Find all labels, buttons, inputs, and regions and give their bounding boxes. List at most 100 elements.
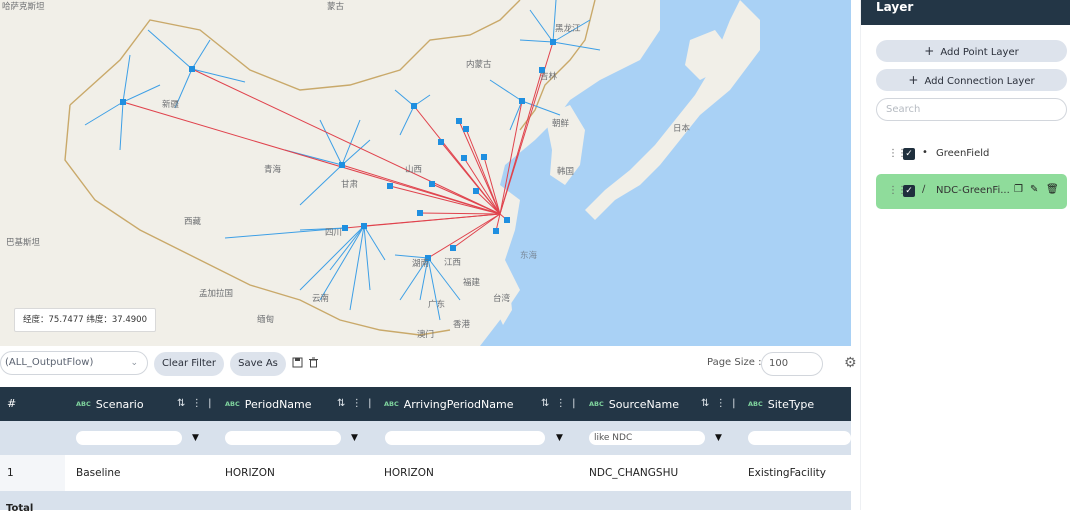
filter-icon[interactable]: ▼ bbox=[351, 433, 361, 443]
filter-icon[interactable]: ▼ bbox=[556, 433, 566, 443]
row-number: 1 bbox=[7, 467, 14, 479]
chevron-down-icon: ⌄ bbox=[130, 358, 138, 368]
more-icon[interactable]: ⋮ bbox=[192, 398, 202, 409]
table-row[interactable]: 1 Baseline HORIZON HORIZON NDC_CHANGSHU … bbox=[0, 455, 851, 491]
more-icon[interactable]: ⋮ bbox=[352, 398, 362, 409]
save-icon[interactable] bbox=[291, 357, 303, 369]
column-header-label: Scenario bbox=[95, 398, 144, 411]
column-resize-handle[interactable]: | bbox=[732, 398, 735, 409]
map-label: 哈萨克斯坦 bbox=[2, 2, 45, 12]
facility-marker[interactable] bbox=[461, 155, 467, 161]
sort-icon[interactable]: ⇅ bbox=[177, 398, 185, 409]
flow-line bbox=[191, 68, 501, 215]
map-label: 澳门 bbox=[417, 330, 435, 340]
clear-filter-button[interactable]: Clear Filter bbox=[154, 352, 224, 376]
column-tools[interactable]: ⇅ ⋮ | bbox=[541, 387, 575, 421]
dot-icon: • bbox=[922, 147, 928, 158]
trash-icon[interactable]: 🗑 bbox=[1046, 184, 1059, 195]
add-connection-layer-button[interactable]: + Add Connection Layer bbox=[876, 69, 1067, 91]
facility-marker[interactable] bbox=[438, 139, 444, 145]
map-label: 甘肃 bbox=[341, 180, 359, 190]
flow-line bbox=[419, 212, 501, 215]
map-label: 山西 bbox=[405, 165, 423, 175]
filter-icon[interactable]: ▼ bbox=[192, 433, 202, 443]
copy-icon[interactable]: ❐ bbox=[1014, 184, 1023, 195]
layer-visibility-checkbox[interactable]: ✓ bbox=[903, 148, 915, 160]
facility-marker[interactable] bbox=[463, 126, 469, 132]
facility-marker[interactable] bbox=[189, 66, 195, 72]
layer-search-input[interactable]: Search bbox=[876, 98, 1067, 121]
layer-item-greenfield[interactable]: ⋮⋮ ✓ • GreenField bbox=[876, 137, 1067, 172]
facility-marker[interactable] bbox=[411, 103, 417, 109]
column-header-periodname[interactable]: ABC PeriodName bbox=[225, 387, 312, 421]
column-resize-handle[interactable]: | bbox=[572, 398, 575, 409]
filter-input-arrivingperiodname[interactable] bbox=[385, 431, 545, 445]
column-header-arrivingperiodname[interactable]: ABC ArrivingPeriodName bbox=[384, 387, 513, 421]
facility-marker[interactable] bbox=[519, 98, 525, 104]
facility-marker[interactable] bbox=[473, 188, 479, 194]
filter-row: ▼ ▼ ▼ like NDC ▼ bbox=[0, 421, 851, 455]
facility-marker[interactable] bbox=[504, 217, 510, 223]
flow-line bbox=[344, 213, 501, 229]
spoke-line bbox=[122, 84, 161, 103]
facility-marker[interactable] bbox=[481, 154, 487, 160]
facility-marker[interactable] bbox=[342, 225, 348, 231]
more-icon[interactable]: ⋮ bbox=[556, 398, 566, 409]
sort-icon[interactable]: ⇅ bbox=[541, 398, 549, 409]
filter-input-periodname[interactable] bbox=[225, 431, 341, 445]
sort-icon[interactable]: ⇅ bbox=[337, 398, 345, 409]
flow-line bbox=[483, 156, 501, 215]
cell-sitetype: ExistingFacility bbox=[748, 467, 826, 479]
facility-marker[interactable] bbox=[450, 245, 456, 251]
save-as-button[interactable]: Save As bbox=[230, 352, 286, 376]
map-label: 蒙古 bbox=[327, 2, 345, 12]
column-header-sitetype[interactable]: ABC SiteType bbox=[748, 387, 814, 421]
column-resize-handle[interactable]: | bbox=[208, 398, 211, 409]
facility-marker[interactable] bbox=[387, 183, 393, 189]
facility-marker[interactable] bbox=[120, 99, 126, 105]
page-size-input[interactable]: 100 bbox=[761, 352, 823, 376]
map-canvas[interactable] bbox=[0, 0, 851, 346]
facility-marker[interactable] bbox=[429, 181, 435, 187]
more-icon[interactable]: ⋮ bbox=[716, 398, 726, 409]
flow-table-select[interactable]: (ALL_OutputFlow) ⌄ bbox=[0, 351, 148, 375]
gear-icon[interactable]: ⚙ bbox=[844, 355, 857, 371]
facility-marker[interactable] bbox=[550, 39, 556, 45]
column-tools[interactable]: ⇅ ⋮ | bbox=[701, 387, 735, 421]
map-label: 青海 bbox=[264, 165, 282, 175]
column-resize-handle[interactable]: | bbox=[368, 398, 371, 409]
trash-icon[interactable] bbox=[307, 357, 319, 369]
spoke-line bbox=[552, 0, 557, 43]
grid-footer: Total bbox=[0, 491, 851, 514]
facility-marker[interactable] bbox=[493, 228, 499, 234]
map-label: 内蒙古 bbox=[466, 60, 492, 70]
edit-icon[interactable]: ✎ bbox=[1030, 184, 1038, 195]
column-header-label: PeriodName bbox=[244, 398, 312, 411]
add-point-layer-label: Add Point Layer bbox=[940, 47, 1019, 58]
layer-visibility-checkbox[interactable]: ✓ bbox=[903, 185, 915, 197]
facility-marker[interactable] bbox=[339, 162, 345, 168]
facility-marker[interactable] bbox=[417, 210, 423, 216]
flow-map[interactable]: 哈萨克斯坦 蒙古 内蒙古 新疆 青海 甘肃 西藏 四川 云南 湖南 江西 福建 广东 山西 黑龙江 吉林 朝鲜韩… bbox=[0, 0, 851, 346]
column-header-label: SourceName bbox=[608, 398, 679, 411]
filter-input-sourcename[interactable]: like NDC bbox=[589, 431, 705, 445]
facility-marker[interactable] bbox=[361, 223, 367, 229]
sort-icon[interactable]: ⇅ bbox=[701, 398, 709, 409]
spoke-line bbox=[191, 68, 246, 83]
column-tools[interactable]: ⇅ ⋮ | bbox=[337, 387, 371, 421]
map-label: 西藏 bbox=[184, 217, 202, 227]
filter-icon[interactable]: ▼ bbox=[715, 433, 725, 443]
map-label: 韩国 bbox=[557, 167, 575, 177]
column-header-label: SiteType bbox=[767, 398, 815, 411]
spoke-line bbox=[509, 100, 523, 131]
filter-input-sitetype[interactable] bbox=[748, 431, 851, 445]
filter-input-scenario[interactable] bbox=[76, 431, 182, 445]
facility-marker[interactable] bbox=[456, 118, 462, 124]
column-header-scenario[interactable]: ABC Scenario bbox=[76, 387, 144, 421]
text-type-icon: ABC bbox=[589, 400, 604, 408]
column-tools[interactable]: ⇅ ⋮ | bbox=[177, 387, 211, 421]
add-point-layer-button[interactable]: + Add Point Layer bbox=[876, 40, 1067, 62]
map-label: 东海 bbox=[520, 251, 538, 261]
layer-item-ndc-greenfield[interactable]: ⋮⋮ ✓ ∕ NDC-GreenFi... ❐ ✎ 🗑 bbox=[876, 174, 1067, 209]
column-header-sourcename[interactable]: ABC SourceName bbox=[589, 387, 679, 421]
